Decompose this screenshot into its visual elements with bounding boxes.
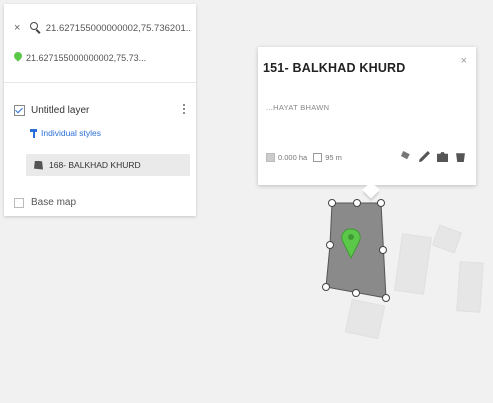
search-result-label: 21.627155000000002,75.73... [26, 53, 147, 63]
vertex-handle [326, 241, 334, 249]
vertex-handle [322, 283, 330, 291]
layer-name[interactable]: Untitled layer [31, 105, 89, 116]
close-icon[interactable]: × [14, 22, 24, 34]
map-pin-icon [14, 52, 22, 64]
area-icon [266, 153, 275, 162]
layers-panel: × 21.627155000000002,75.736201... 21.627… [4, 4, 196, 216]
parcel-polygon[interactable] [325, 202, 387, 299]
vertex-handle [352, 289, 360, 297]
area-value: 0.000 ha [278, 153, 308, 162]
vertex-handle [379, 246, 387, 254]
checkbox-icon[interactable] [14, 104, 25, 116]
popup-toolbar [401, 151, 466, 162]
paint-bucket-icon[interactable] [401, 151, 410, 160]
polygon-icon [34, 160, 43, 170]
vertex-handle [328, 199, 336, 207]
feature-label: 168- BALKHAD KHURD [49, 160, 141, 170]
search-input[interactable]: 21.627155000000002,75.736201... [46, 23, 192, 34]
feature-popup: 151- BALKHAD KHURD × ...HAYAT BHAWN 0.00… [258, 47, 476, 199]
search-bar: × 21.627155000000002,75.736201... [14, 20, 192, 36]
search-result[interactable]: 21.627155000000002,75.73... [14, 50, 192, 66]
camera-icon[interactable] [437, 152, 448, 162]
vertex-handle [382, 294, 390, 302]
perimeter-icon [313, 153, 323, 162]
popup-title: 151- BALKHAD KHURD [263, 61, 406, 75]
vertex-handle [377, 199, 385, 207]
perimeter-value: 95 m [325, 153, 342, 162]
basemap-icon [14, 197, 24, 208]
close-icon[interactable]: × [461, 55, 467, 67]
trash-icon[interactable] [456, 153, 465, 162]
basemap-toggle[interactable]: Base map [14, 197, 76, 208]
individual-styles-link[interactable]: Individual styles [30, 128, 101, 138]
paint-style-icon [30, 128, 37, 138]
search-icon [29, 22, 42, 34]
styles-label: Individual styles [41, 128, 102, 138]
basemap-label: Base map [31, 197, 77, 208]
vertex-handle [353, 199, 361, 207]
popup-subtitle: ...HAYAT BHAWN [266, 103, 330, 112]
divider [4, 82, 196, 83]
feature-item[interactable]: 168- BALKHAD KHURD [26, 154, 190, 176]
measurements: 0.000 ha 95 m [266, 153, 342, 162]
edit-pencil-icon[interactable] [419, 151, 430, 162]
layer-header: Untitled layer [14, 102, 192, 118]
more-vert-icon[interactable] [183, 104, 186, 116]
